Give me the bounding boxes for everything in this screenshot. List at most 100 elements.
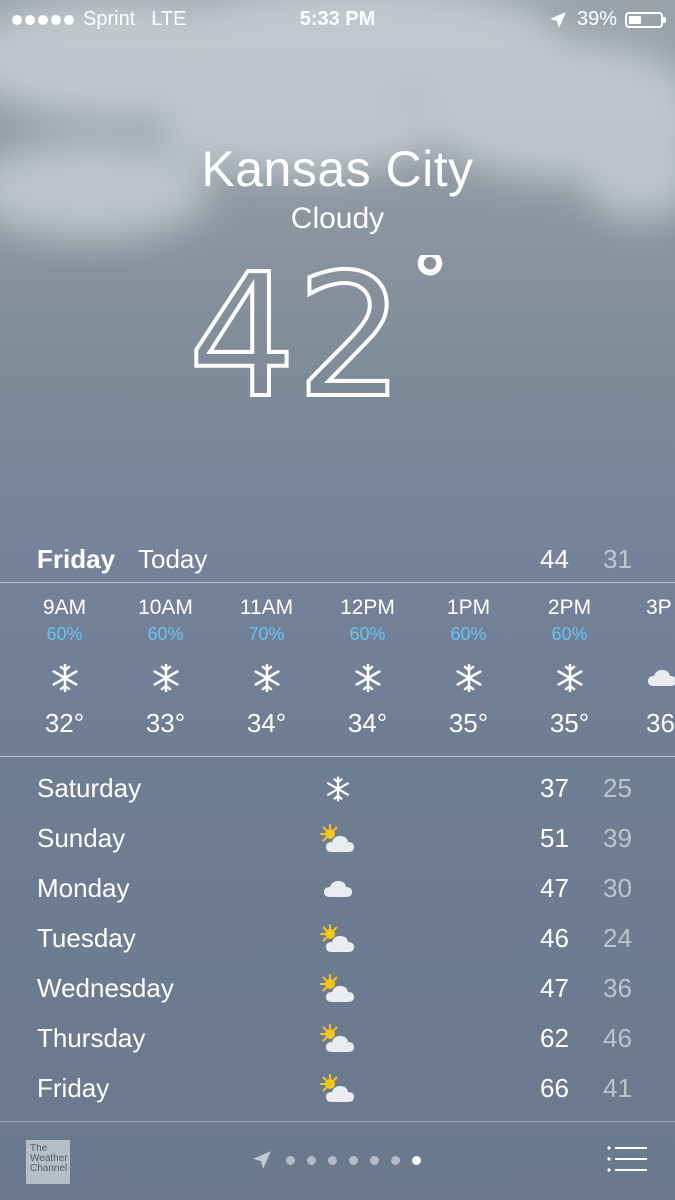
daily-high: 46 (540, 923, 569, 953)
snowflake-icon (253, 663, 280, 693)
partly-sunny-icon (320, 974, 354, 1002)
daily-low: 39 (603, 823, 632, 853)
partly-sunny-icon (320, 1074, 354, 1102)
daily-low: 24 (603, 923, 632, 953)
page-dot (370, 1155, 379, 1165)
snowflake-icon (152, 663, 179, 693)
daily-day: Saturday (37, 773, 142, 803)
battery-percent: 39% (576, 8, 617, 30)
hour-temp: 33° (145, 708, 186, 738)
current-location-icon (253, 1151, 271, 1169)
daily-high: 47 (540, 873, 569, 903)
page-dot (328, 1155, 337, 1165)
daily-row: Wednesday 47 36 (0, 963, 675, 1013)
bottom-toolbar: The Weather Channel (0, 1122, 675, 1200)
hour-time: 11AM (239, 596, 294, 619)
hour-temp: 35° (549, 708, 590, 738)
hour-temp: 32° (44, 708, 85, 738)
battery-icon (625, 11, 666, 28)
daily-low: 36 (603, 973, 632, 1003)
daily-high: 62 (540, 1023, 569, 1053)
daily-row: Saturday 37 25 (0, 763, 675, 813)
daily-high: 66 (540, 1073, 569, 1103)
hour-time: 12PM (340, 596, 395, 619)
daily-day: Sunday (37, 823, 126, 853)
daily-day: Tuesday (37, 923, 136, 953)
hour-temp: 35° (448, 708, 489, 738)
snowflake-icon (51, 663, 78, 693)
snowflake-icon (455, 663, 482, 693)
hour-time: 10AM (138, 596, 193, 619)
snowflake-icon (556, 663, 583, 693)
daily-high: 37 (540, 773, 569, 803)
current-temperature: 42 ° (0, 255, 675, 452)
hour-item: 1PM 60% 35° (418, 596, 519, 739)
today-day-name: Friday (37, 544, 116, 574)
logo-line: Channel (30, 1163, 68, 1174)
hour-time: 3P (646, 596, 672, 619)
daily-row: Monday 47 30 (0, 863, 675, 913)
daily-low: 46 (603, 1023, 632, 1053)
daily-day: Wednesday (37, 973, 174, 1003)
status-bar: Sprint LTE 5:33 PM 39% (0, 0, 675, 40)
hour-precip: 60% (147, 624, 184, 644)
current-temp-figure: 42 ° (188, 255, 452, 425)
daily-row: Sunday 51 39 (0, 813, 675, 863)
today-summary-row: Friday Today 44 31 (0, 538, 675, 580)
hour-item: 11AM 70% 34° (216, 596, 317, 739)
temp-number: 42 (188, 255, 404, 425)
daily-row: Tuesday 46 24 (0, 913, 675, 963)
hour-item: 3P 36 (620, 596, 675, 739)
page-dot-active (412, 1155, 421, 1165)
city-name: Kansas City (201, 141, 474, 197)
daily-low: 25 (603, 773, 632, 803)
partly-sunny-icon (320, 924, 354, 952)
hour-precip: 60% (551, 624, 588, 644)
daily-day: Monday (37, 873, 130, 903)
divider-top (0, 582, 675, 583)
hour-precip: 60% (349, 624, 386, 644)
hour-item: 2PM 60% 35° (519, 596, 620, 739)
partly-sunny-icon (320, 1024, 354, 1052)
daily-high: 51 (540, 823, 569, 853)
hour-precip: 70% (248, 624, 285, 644)
daily-row: Friday 66 41 (0, 1063, 675, 1113)
hour-precip (646, 624, 675, 654)
hour-time: 1PM (446, 596, 491, 619)
hour-temp: 34° (347, 708, 388, 738)
daily-low: 41 (603, 1073, 632, 1103)
hour-precip: 60% (450, 624, 487, 644)
temp-degree: ° (410, 255, 450, 329)
location-arrow-icon (549, 11, 566, 28)
partly-sunny-icon (320, 824, 354, 852)
snowflake-icon (327, 776, 349, 802)
hour-item: 10AM 60% 33° (115, 596, 216, 739)
daily-high: 47 (540, 973, 569, 1003)
daily-day: Friday (37, 1073, 110, 1103)
cloud-icon (648, 670, 675, 686)
current-condition: Cloudy (290, 202, 385, 235)
page-indicator[interactable] (252, 1150, 427, 1170)
weather-channel-logo[interactable]: The Weather Channel (26, 1140, 70, 1184)
snowflake-icon (354, 663, 381, 693)
cloud-icon (324, 881, 352, 897)
page-dot (286, 1155, 295, 1165)
daily-row: Thursday 62 46 (0, 1013, 675, 1063)
hour-item: 9AM 60% 32° (14, 596, 115, 739)
city-list-icon[interactable] (606, 1144, 648, 1174)
hour-time: 2PM (547, 596, 592, 619)
page-dot (391, 1155, 400, 1165)
divider-middle (0, 756, 675, 757)
today-low: 31 (603, 544, 632, 574)
hour-temp: 34° (246, 708, 287, 738)
hourly-forecast[interactable]: 9AM 60% 32° 10AM 60% 33° 11AM 70% 34° 12… (0, 596, 675, 746)
hour-temp: 36 (646, 708, 675, 738)
hour-item: 12PM 60% 34° (317, 596, 418, 739)
page-dot (307, 1155, 316, 1165)
today-label: Today (138, 544, 208, 574)
daily-low: 30 (603, 873, 632, 903)
daily-day: Thursday (37, 1023, 146, 1053)
hour-precip: 60% (46, 624, 83, 644)
page-dot (349, 1155, 358, 1165)
hour-time: 9AM (42, 596, 87, 619)
